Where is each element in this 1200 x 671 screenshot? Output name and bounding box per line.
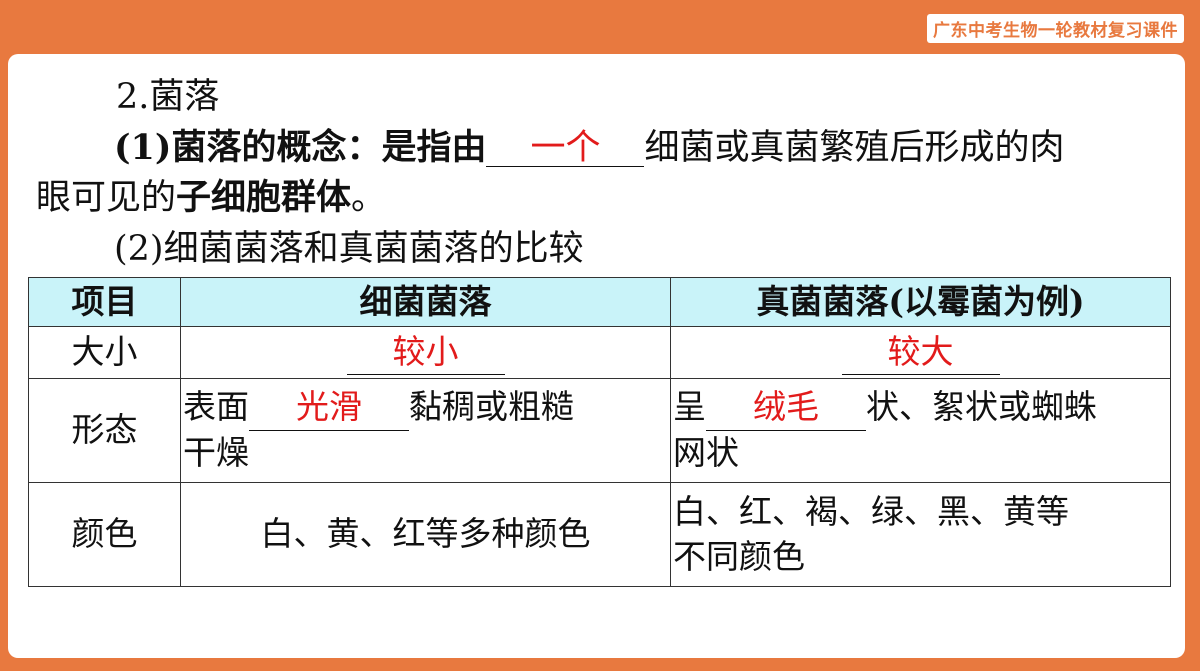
concept-line-1: (1)菌落的概念：是指由 一个 细菌或真菌繁殖后形成的肉	[114, 130, 1065, 167]
concept-line2-c: 。	[351, 178, 387, 218]
color-fungi-cell: 白、红、褐、绿、黑、黄等 不同颜色	[670, 482, 1171, 587]
table-row-size: 大小 较小 较大	[28, 326, 1171, 379]
concept-line2-b: 子细胞群体	[176, 177, 352, 218]
section-heading: 2.菌落	[116, 77, 220, 117]
shape-fungi-prefix: 呈	[673, 387, 706, 427]
table-header-row: 项目 细菌菌落 真菌菌落(以霉菌为例)	[28, 277, 1171, 327]
header-fungi: 真菌菌落(以霉菌为例)	[670, 277, 1171, 327]
size-fungi-cell: 较大	[670, 326, 1171, 379]
shape-bacteria-answer: 光滑	[249, 385, 409, 431]
concept-prefix: (1)菌落的概念：是指由	[114, 127, 487, 168]
header-item: 项目	[28, 277, 181, 327]
size-fungi-answer: 较大	[841, 330, 1000, 376]
shape-bacteria-cell: 表面 光滑 黏稠或粗糙 干燥	[180, 378, 671, 483]
shape-fungi-line2: 网状	[673, 433, 739, 472]
size-bacteria-cell: 较小	[180, 326, 671, 379]
shape-fungi-answer: 绒毛	[706, 385, 866, 431]
shape-fungi-suffix: 状、絮状或蜘蛛	[866, 387, 1097, 427]
comparison-table: 项目 细菌菌落 真菌菌落(以霉菌为例) 大小 较小 较大 形态 表面 光滑 黏稠或粗…	[28, 277, 1171, 587]
color-label: 颜色	[28, 482, 181, 587]
table-row-color: 颜色 白、黄、红等多种颜色 白、红、褐、绿、黑、黄等 不同颜色	[28, 482, 1171, 587]
size-label: 大小	[28, 326, 181, 379]
concept-answer-blank: 一个	[486, 131, 645, 167]
size-bacteria-answer: 较小	[346, 330, 505, 376]
header-bacteria: 细菌菌落	[180, 277, 671, 327]
color-fungi-line1: 白、红、褐、绿、黑、黄等	[673, 491, 1069, 531]
shape-label: 形态	[28, 378, 181, 483]
course-brand-label: 广东中考生物一轮教材复习课件	[927, 14, 1184, 43]
color-bacteria: 白、黄、红等多种颜色	[180, 482, 671, 587]
shape-bacteria-prefix: 表面	[183, 387, 249, 427]
compare-title: (2)细菌菌落和真菌菌落的比较	[114, 229, 584, 269]
concept-line-2: 眼可见的子细胞群体。	[36, 180, 386, 216]
shape-bacteria-line2: 干燥	[183, 433, 249, 472]
table-row-shape: 形态 表面 光滑 黏稠或粗糙 干燥 呈绒毛 状、絮状或蜘蛛 网状	[28, 378, 1171, 483]
shape-fungi-cell: 呈绒毛 状、絮状或蜘蛛 网状	[670, 378, 1171, 483]
concept-line2-a: 眼可见的	[36, 178, 177, 218]
content-panel: 2.菌落 (1)菌落的概念：是指由 一个 细菌或真菌繁殖后形成的肉 眼可见的子细胞群…	[8, 54, 1185, 658]
concept-suffix: 细菌或真菌繁殖后形成的肉	[644, 128, 1065, 168]
color-fungi-line2: 不同颜色	[673, 536, 805, 576]
shape-bacteria-suffix: 黏稠或粗糙	[409, 387, 574, 427]
